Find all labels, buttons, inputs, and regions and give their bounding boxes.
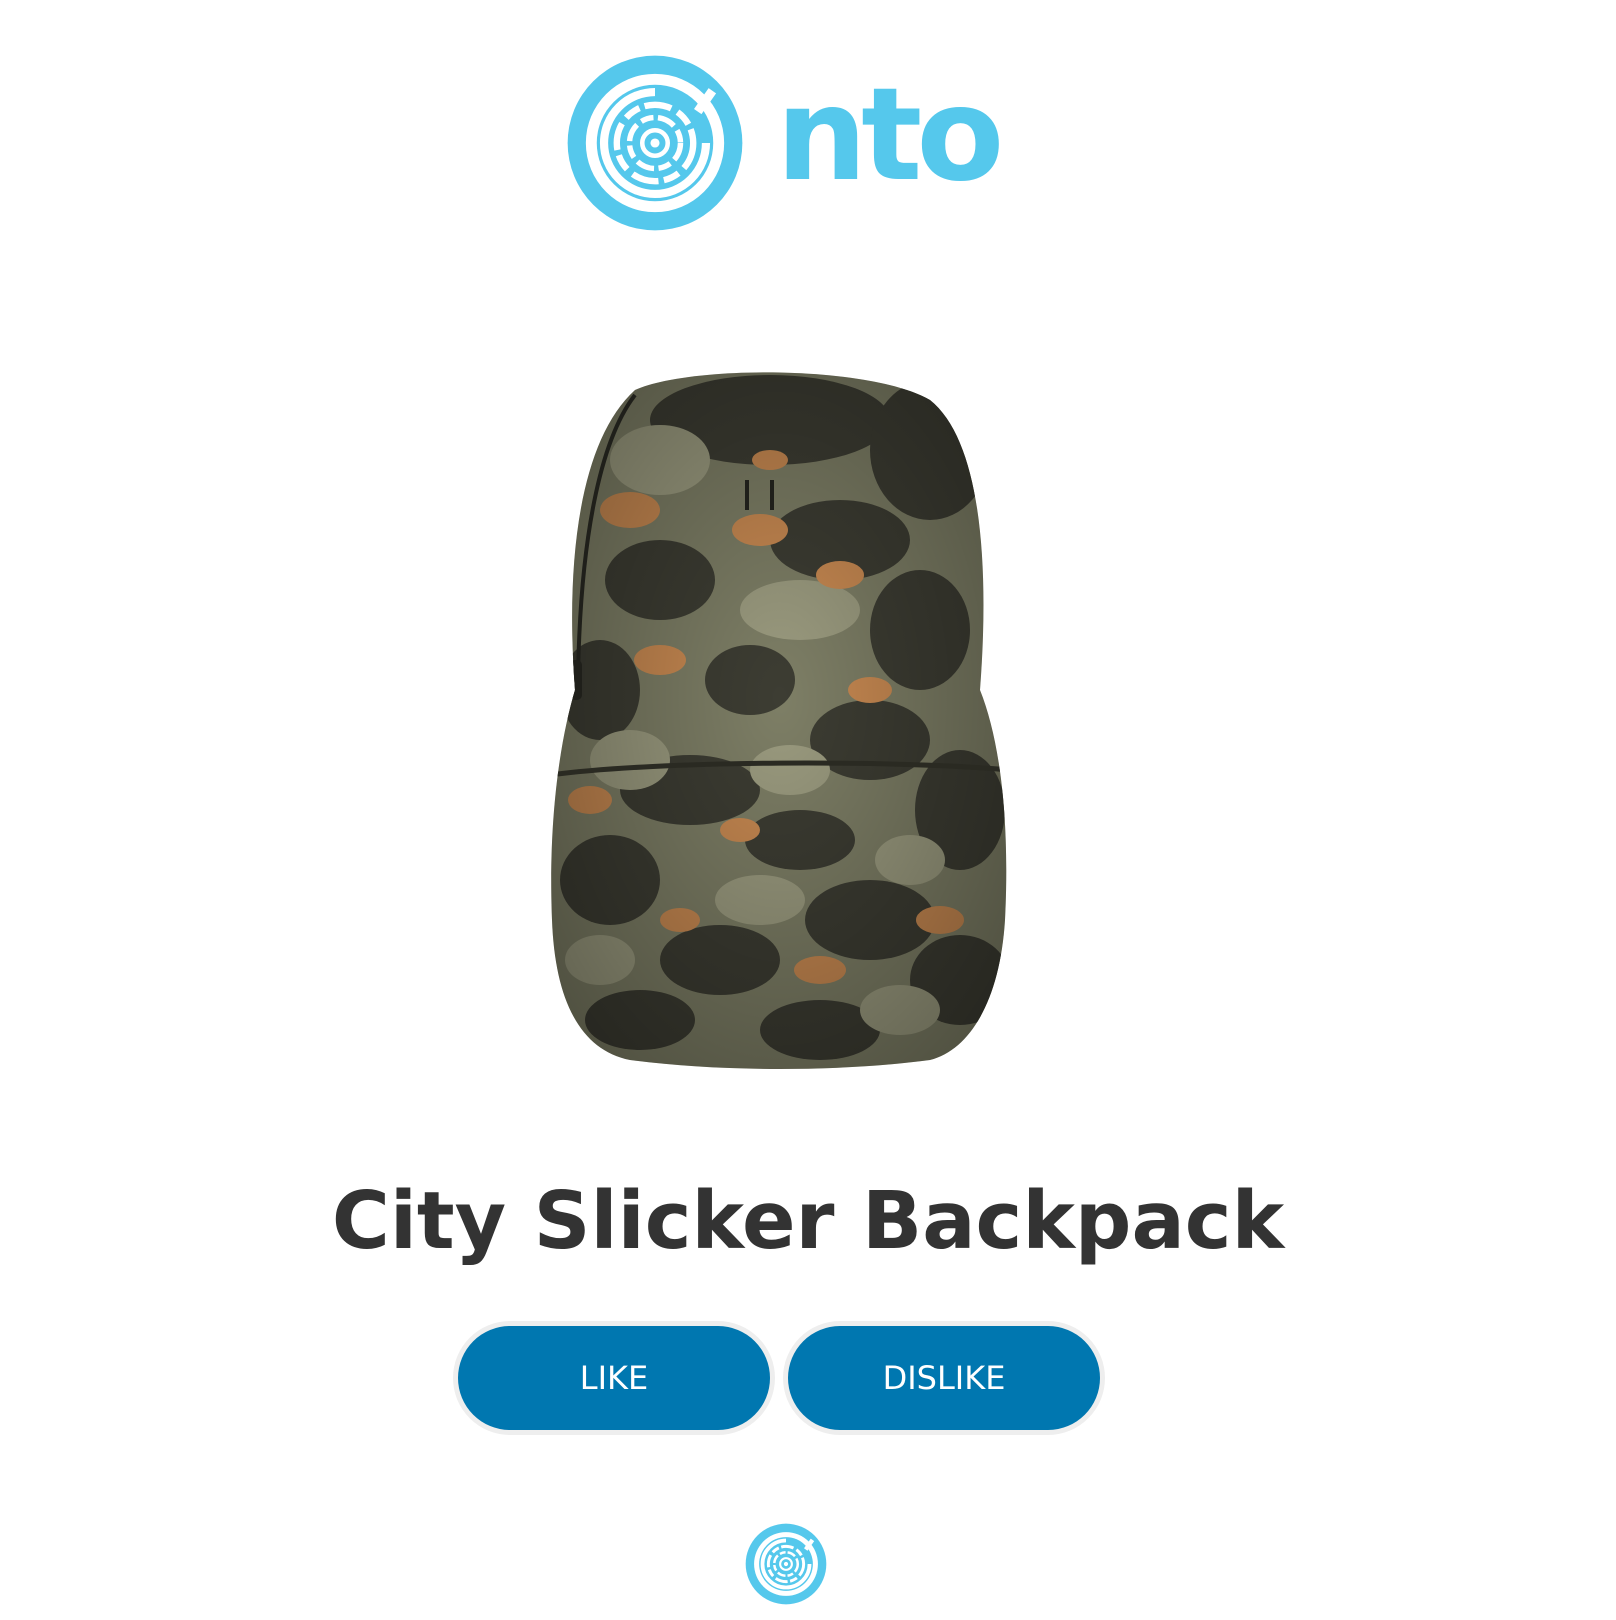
header-logo[interactable]: nto	[564, 52, 1004, 234]
like-button[interactable]: LIKE	[458, 1326, 770, 1430]
page: nto City Slicker Backpack LIKE DISLIKE	[0, 0, 1616, 1620]
camo-backpack-image	[551, 372, 1007, 1070]
nto-logo-icon	[567, 55, 743, 231]
product-title: City Slicker Backpack	[331, 1175, 1285, 1267]
footer-nto-logo-icon[interactable]	[744, 1522, 828, 1606]
dislike-button[interactable]: DISLIKE	[788, 1326, 1100, 1430]
brand-wordmark: nto	[776, 61, 1004, 210]
reaction-buttons: LIKE DISLIKE	[458, 1326, 1100, 1430]
